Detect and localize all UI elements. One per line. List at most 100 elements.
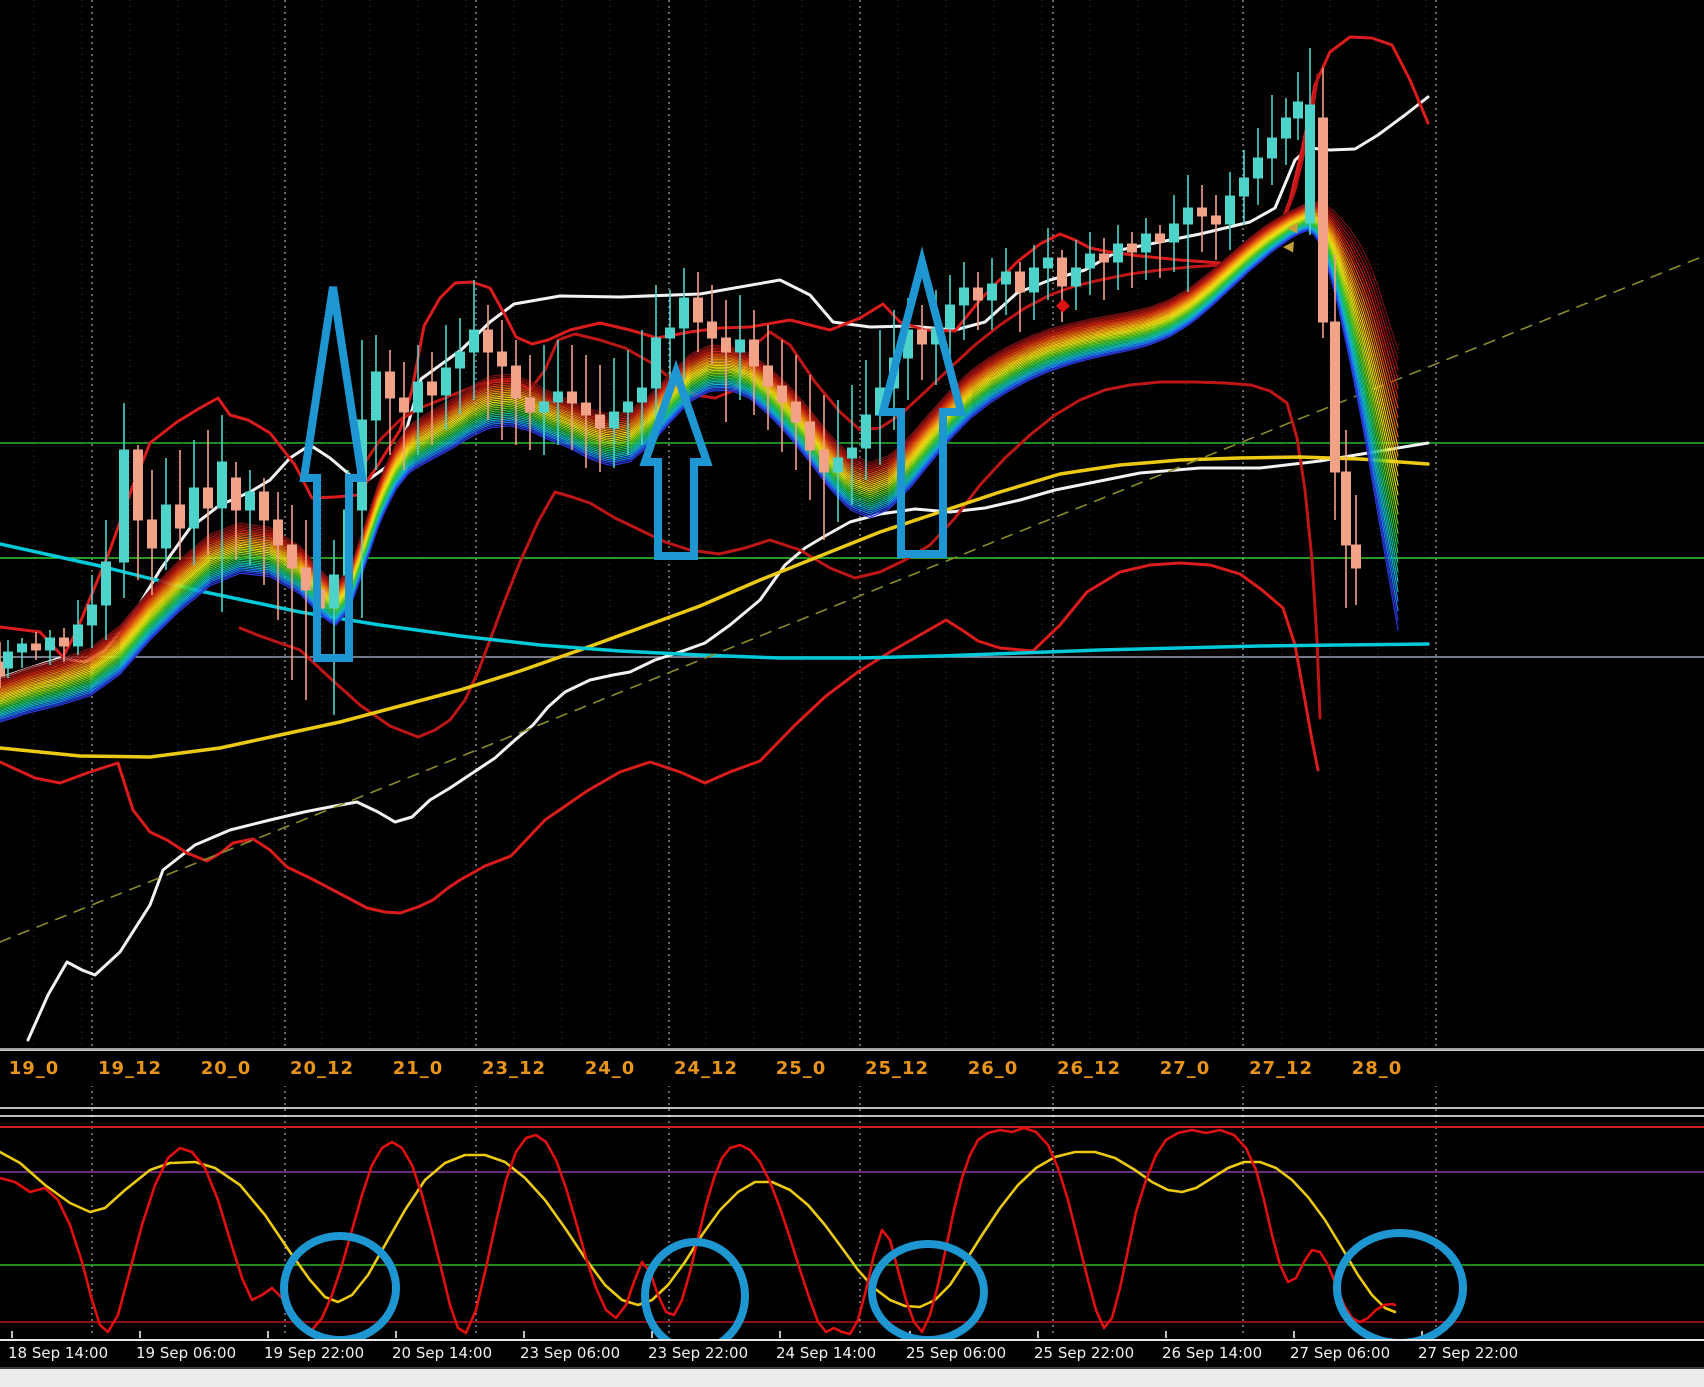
candle-body — [1330, 321, 1340, 473]
oversold-circle-4[interactable] — [1333, 1229, 1467, 1347]
candle-body — [623, 401, 633, 413]
candle-body — [119, 449, 129, 563]
candle-body — [371, 371, 381, 421]
date-label: 25 Sep 22:00 — [1034, 1344, 1135, 1362]
candle-body — [301, 567, 311, 591]
candle-body — [59, 637, 69, 647]
candle-body — [819, 449, 829, 473]
candle-body — [525, 397, 535, 413]
candle-body — [1085, 253, 1095, 269]
candle-body — [1183, 207, 1193, 225]
candle-body — [17, 643, 27, 653]
candle-body — [945, 304, 955, 329]
time-label: 28_0 — [1351, 1058, 1403, 1079]
candle-body — [567, 391, 577, 404]
candle-body — [1015, 271, 1025, 293]
candle-body — [763, 365, 773, 387]
candle-body — [707, 321, 717, 339]
yellow-ma — [0, 455, 1430, 759]
candle-body — [1197, 207, 1207, 217]
date-label: 27 Sep 06:00 — [1290, 1344, 1391, 1362]
stoch-main-red — [0, 1126, 1397, 1336]
candle-body — [679, 297, 689, 329]
candle-body — [805, 421, 815, 451]
candle-body — [385, 371, 395, 399]
candle-body — [483, 329, 493, 353]
candle-body — [1043, 257, 1053, 269]
candle-body — [245, 491, 255, 511]
horizontal-scrollbar[interactable] — [0, 1367, 1704, 1387]
candle-body — [637, 387, 647, 403]
candle-body — [973, 287, 983, 301]
candle-body — [595, 414, 605, 429]
candle-body — [651, 337, 661, 389]
candle-body — [833, 457, 843, 473]
date-axis[interactable]: 18 Sep 14:00 19 Sep 06:00 19 Sep 22:00 20 S… — [0, 1339, 1704, 1367]
candle-body — [133, 449, 143, 521]
trading-chart-window: 19_0 19_12 20_0 20_12 21_0 23_12 24_0 24_12 25_0… — [0, 0, 1704, 1387]
candle-body — [469, 329, 479, 353]
candle-body — [427, 381, 437, 396]
candle-body — [1318, 117, 1328, 323]
candle-body — [287, 544, 297, 569]
date-label: 27 Sep 22:00 — [1418, 1344, 1519, 1362]
candle-body — [441, 367, 451, 396]
candle-body — [1001, 271, 1011, 285]
time-label: 21_0 — [392, 1058, 444, 1079]
oversold-circle-3[interactable] — [868, 1240, 988, 1344]
time-label: 24_0 — [584, 1058, 636, 1079]
candle-body — [1029, 267, 1039, 293]
candle-body — [399, 397, 409, 413]
candle-body — [455, 351, 465, 369]
candle-body — [189, 487, 199, 529]
candle-body — [1169, 223, 1179, 243]
time-label: 24_12 — [673, 1058, 739, 1079]
oversold-circle-1[interactable] — [280, 1232, 400, 1344]
candle-body — [1281, 117, 1291, 139]
candle-body — [777, 385, 787, 403]
sell-diamond-marker — [1056, 298, 1070, 313]
red-band-lower — [0, 561, 1320, 915]
price-chart-canvas[interactable] — [0, 0, 1704, 1387]
time-label: 19_0 — [8, 1058, 60, 1079]
candle-body — [917, 329, 927, 345]
candle-body — [73, 624, 83, 647]
candle-body — [161, 504, 171, 549]
time-label: 19_12 — [97, 1058, 163, 1079]
date-label: 25 Sep 06:00 — [906, 1344, 1007, 1362]
time-axis[interactable]: 19_0 19_12 20_0 20_12 21_0 23_12 24_0 24_12 25_0… — [0, 1050, 1704, 1086]
candle-body — [101, 561, 111, 606]
candle-body — [497, 351, 507, 367]
candle-body — [87, 604, 97, 626]
candle-body — [1253, 157, 1263, 179]
time-label: 23_12 — [481, 1058, 547, 1079]
time-label: 26_0 — [967, 1058, 1019, 1079]
candle-body — [847, 447, 857, 459]
candle-body — [581, 402, 591, 416]
time-label: 20_0 — [200, 1058, 252, 1079]
candle-body — [861, 414, 871, 449]
candle-body — [273, 519, 283, 546]
time-label: 25_0 — [775, 1058, 827, 1079]
time-label: 27_0 — [1159, 1058, 1211, 1079]
date-label: 26 Sep 14:00 — [1162, 1344, 1263, 1362]
candle-body — [1127, 243, 1137, 253]
candle-body — [1113, 243, 1123, 263]
time-label: 27_12 — [1248, 1058, 1314, 1079]
candle-body — [1267, 137, 1277, 159]
candle-body — [413, 381, 423, 413]
candle-body — [203, 487, 213, 509]
candle-body — [1239, 177, 1249, 197]
stochastic-pane — [0, 1107, 1704, 1338]
time-label: 20_12 — [289, 1058, 355, 1079]
date-label: 19 Sep 06:00 — [136, 1344, 237, 1362]
date-label: 20 Sep 14:00 — [392, 1344, 493, 1362]
oversold-circle-2[interactable] — [641, 1238, 749, 1354]
candle-body — [1099, 253, 1109, 263]
candle-body — [987, 283, 997, 301]
candle-body — [231, 477, 241, 511]
candle-body — [553, 391, 563, 403]
candle-body — [539, 401, 549, 413]
candle-body — [259, 491, 269, 521]
date-label: 19 Sep 22:00 — [264, 1344, 365, 1362]
